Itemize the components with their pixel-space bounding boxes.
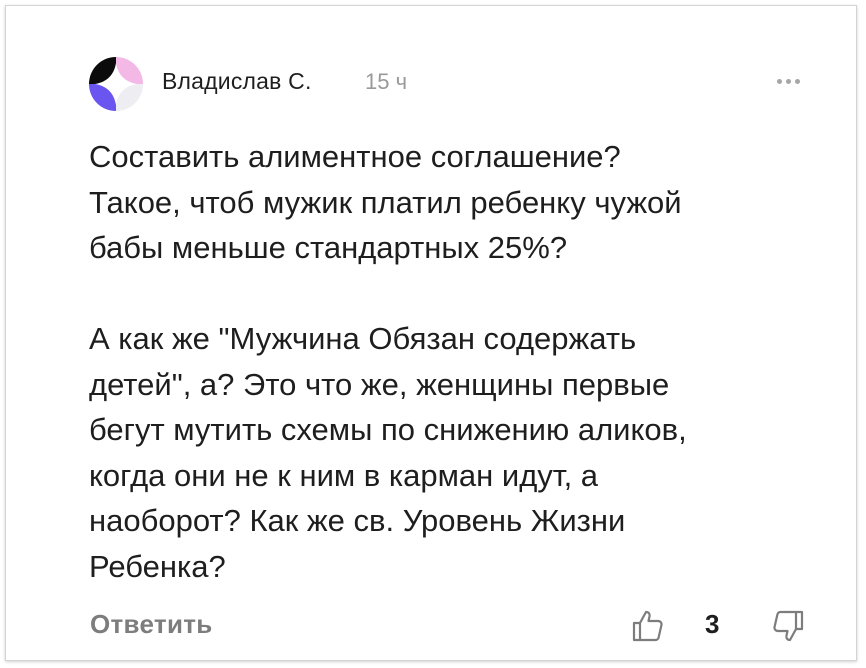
thumbs-up-icon xyxy=(632,610,663,642)
reply-button[interactable]: Ответить xyxy=(90,609,213,640)
comment-timestamp: 15 ч xyxy=(365,69,408,94)
more-options-button[interactable] xyxy=(770,68,806,94)
avatar[interactable] xyxy=(89,57,143,111)
dislike-button[interactable] xyxy=(770,608,806,644)
more-dots-icon xyxy=(776,78,782,84)
more-dots-icon xyxy=(785,78,791,84)
avatar-icon xyxy=(89,57,143,111)
comment-paragraph-1: Составить алиментное соглашение? Такое, … xyxy=(89,139,682,265)
author-name[interactable]: Владислав С. xyxy=(162,68,312,95)
comment-text: Составить алиментное соглашение? Такое, … xyxy=(89,134,829,589)
comment-paragraph-2: А как же "Мужчина Обязан содержать детей… xyxy=(89,321,687,584)
like-count: 3 xyxy=(705,609,720,639)
more-dots-icon xyxy=(794,78,800,84)
thumbs-down-icon xyxy=(773,610,804,642)
like-button[interactable] xyxy=(630,608,666,644)
